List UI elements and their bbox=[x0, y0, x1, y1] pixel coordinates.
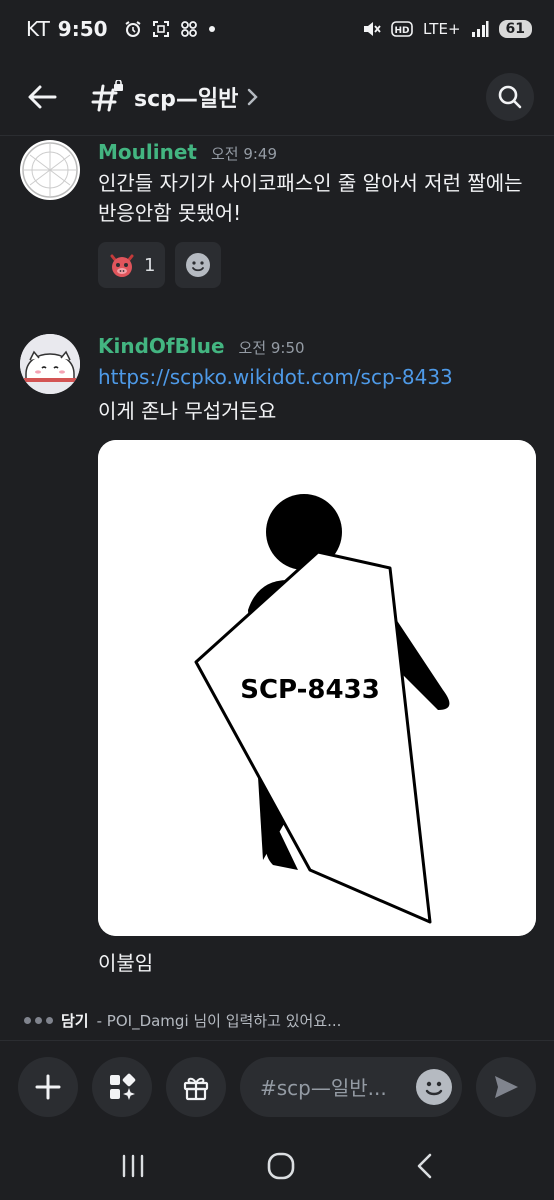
back-nav-icon[interactable] bbox=[415, 1152, 435, 1180]
message-link[interactable]: https://scpko.wikidot.com/scp-8433 bbox=[98, 362, 536, 392]
sparkle-apps-icon bbox=[110, 1073, 136, 1100]
message-composer: #scp—일반... bbox=[0, 1040, 554, 1132]
arrow-left-icon bbox=[28, 85, 57, 108]
username[interactable]: Moulinet bbox=[98, 140, 197, 164]
reaction-devil[interactable]: 1 bbox=[98, 242, 166, 288]
avatar-moulinet-image bbox=[22, 142, 78, 198]
scp-8433-illustration: SCP-8433 bbox=[98, 440, 536, 936]
alarm-icon bbox=[124, 21, 141, 37]
smiley-icon bbox=[186, 253, 211, 277]
image-label: SCP-8433 bbox=[240, 675, 380, 705]
avatar[interactable] bbox=[20, 334, 80, 394]
add-reaction-button[interactable] bbox=[175, 242, 222, 288]
carrier: KT bbox=[26, 17, 50, 41]
apps-button[interactable] bbox=[92, 1056, 152, 1117]
typing-indicator: 담기 - POI_Damgi 님이 입력하고 있어요... bbox=[24, 1010, 341, 1031]
app-notification-icon bbox=[180, 21, 197, 37]
message-placeholder: #scp—일반... bbox=[260, 1076, 387, 1100]
home-icon[interactable] bbox=[266, 1151, 296, 1181]
typing-user: 담기 bbox=[61, 1012, 89, 1030]
signal-icon bbox=[471, 21, 489, 37]
recent-apps-icon[interactable] bbox=[119, 1153, 147, 1179]
clock: 9:50 bbox=[57, 17, 108, 41]
username[interactable]: KindOfBlue bbox=[98, 334, 225, 358]
avatar[interactable] bbox=[20, 140, 80, 200]
channel-header: scp—일반 bbox=[0, 58, 554, 136]
search-button[interactable] bbox=[486, 72, 534, 121]
embedded-image[interactable]: SCP-8433 bbox=[98, 440, 536, 936]
send-icon bbox=[495, 1075, 518, 1098]
hd-icon: HD bbox=[391, 21, 413, 37]
svg-text:HD: HD bbox=[395, 26, 410, 36]
gift-icon bbox=[183, 1077, 209, 1100]
screenshot-icon bbox=[152, 21, 169, 37]
network-type: LTE+ bbox=[423, 20, 461, 38]
chevron-right-icon[interactable] bbox=[246, 86, 260, 108]
gift-button[interactable] bbox=[166, 1056, 226, 1117]
plus-icon bbox=[35, 1074, 61, 1099]
dot-icon bbox=[208, 26, 215, 32]
timestamp: 오전 9:49 bbox=[210, 145, 278, 163]
message-text: 인간들 자기가 사이코패스인 줄 알아서 저런 짤에는 반응안함 못됐어! bbox=[98, 171, 523, 225]
reaction-bar: 1 bbox=[98, 242, 536, 288]
message-text: 이게 존나 무섭거든요 bbox=[98, 399, 277, 423]
devil-emoji-icon bbox=[110, 254, 134, 277]
reaction-count: 1 bbox=[144, 254, 156, 276]
mute-icon bbox=[364, 22, 381, 36]
status-bar: KT 9:50 HD LTE+ 61 bbox=[0, 0, 554, 58]
back-button[interactable] bbox=[20, 75, 64, 119]
channel-name[interactable]: scp—일반 bbox=[134, 81, 238, 113]
avatar-cat-image bbox=[20, 334, 80, 394]
smiley-icon bbox=[417, 1069, 451, 1104]
typing-dots-icon bbox=[24, 1017, 53, 1024]
send-button[interactable] bbox=[476, 1056, 536, 1117]
search-icon bbox=[498, 85, 522, 108]
battery-indicator: 61 bbox=[498, 20, 532, 38]
message-input[interactable]: #scp—일반... bbox=[240, 1056, 462, 1117]
timestamp: 오전 9:50 bbox=[238, 339, 305, 357]
typing-text: - POI_Damgi 님이 입력하고 있어요... bbox=[96, 1012, 342, 1030]
message-text-after-image: 이불임 bbox=[98, 951, 154, 975]
attach-button[interactable] bbox=[18, 1056, 78, 1117]
locked-channel-hash-icon bbox=[91, 79, 123, 111]
system-nav-bar bbox=[0, 1132, 554, 1200]
emoji-button[interactable] bbox=[416, 1068, 452, 1105]
